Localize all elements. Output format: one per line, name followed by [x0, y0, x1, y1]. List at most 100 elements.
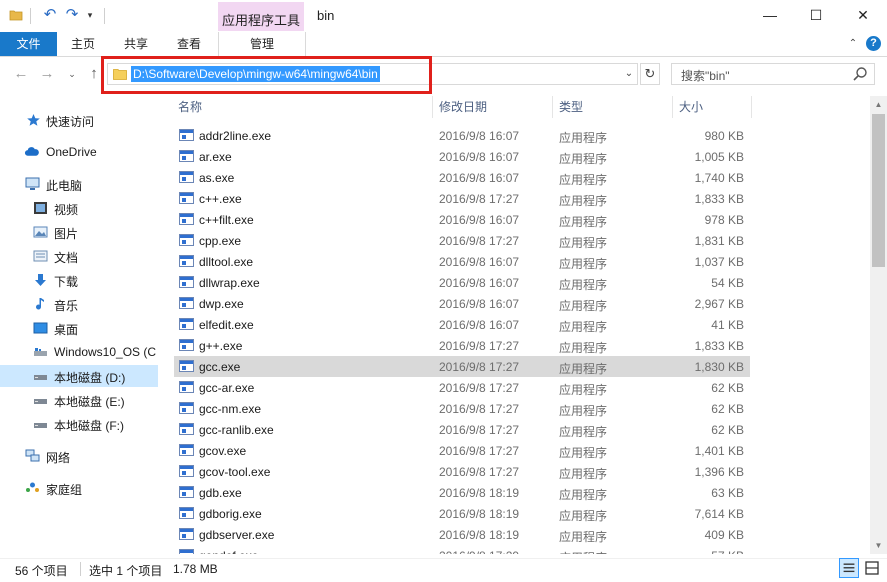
sidebar-item-label: 网络: [46, 451, 71, 465]
help-icon[interactable]: ?: [866, 36, 881, 51]
column-header-date[interactable]: 修改日期: [439, 96, 487, 118]
large-icons-view-icon[interactable]: [862, 558, 882, 578]
undo-icon[interactable]: ↶: [42, 6, 58, 24]
tab-home[interactable]: 主页: [58, 32, 108, 56]
file-name: c++.exe: [199, 192, 242, 206]
file-row[interactable]: elfedit.exe 2016/9/8 16:07 应用程序 41 KB: [174, 314, 750, 335]
file-date: 2016/9/8 17:27: [439, 465, 520, 479]
file-type: 应用程序: [559, 509, 608, 523]
file-date: 2016/9/8 17:27: [439, 381, 520, 395]
sidebar-item-quick-access[interactable]: 快速访问: [0, 109, 158, 131]
scrollbar-thumb[interactable]: [872, 114, 885, 267]
file-row[interactable]: gcc.exe 2016/9/8 17:27 应用程序 1,830 KB: [174, 356, 750, 377]
homegroup-icon: [26, 482, 39, 492]
application-file-icon: [179, 381, 194, 393]
file-name: gcc-ar.exe: [199, 381, 255, 395]
context-tab-group-header: 应用程序工具: [218, 2, 304, 31]
application-file-icon: [179, 402, 194, 414]
sidebar-item-documents[interactable]: 文档: [0, 245, 158, 267]
drive-icon: [34, 423, 47, 428]
file-type: 应用程序: [559, 194, 608, 208]
file-date: 2016/9/8 16:07: [439, 297, 520, 311]
file-row[interactable]: dlltool.exe 2016/9/8 16:07 应用程序 1,037 KB: [174, 251, 750, 272]
file-row[interactable]: gendef.exe 2016/9/8 17:29 应用程序 57 KB: [174, 545, 750, 554]
tab-file[interactable]: 文件: [0, 32, 57, 56]
sidebar-item-label: 本地磁盘 (E:): [54, 395, 125, 409]
file-size: 409 KB: [704, 528, 744, 542]
details-view-icon[interactable]: [839, 558, 859, 578]
file-name: gcc.exe: [199, 360, 241, 374]
column-header-name[interactable]: 名称: [178, 96, 202, 118]
sidebar-item-drive-f[interactable]: 本地磁盘 (F:): [0, 413, 158, 435]
file-row[interactable]: cpp.exe 2016/9/8 17:27 应用程序 1,831 KB: [174, 230, 750, 251]
status-selected-count: 选中 1 个项目: [89, 564, 163, 578]
sidebar-item-pictures[interactable]: 图片: [0, 221, 158, 243]
forward-arrow-icon[interactable]: →: [38, 65, 56, 83]
refresh-button[interactable]: ↻: [640, 63, 660, 85]
file-row[interactable]: gdb.exe 2016/9/8 18:19 应用程序 63 KB: [174, 482, 750, 503]
sidebar-item-homegroup[interactable]: 家庭组: [0, 477, 158, 499]
application-file-icon: [179, 528, 194, 540]
sidebar-item-network[interactable]: 网络: [0, 445, 158, 467]
chevron-up-icon[interactable]: ⌃: [846, 37, 860, 51]
file-type: 应用程序: [559, 131, 608, 145]
file-row[interactable]: ar.exe 2016/9/8 16:07 应用程序 1,005 KB: [174, 146, 750, 167]
tab-manage[interactable]: 管理: [218, 32, 306, 57]
minimize-button[interactable]: —: [747, 0, 793, 32]
sidebar-item-drive-e[interactable]: 本地磁盘 (E:): [0, 389, 158, 411]
application-file-icon: [179, 423, 194, 435]
file-row[interactable]: gdborig.exe 2016/9/8 18:19 应用程序 7,614 KB: [174, 503, 750, 524]
file-type: 应用程序: [559, 257, 608, 271]
file-name: gdbserver.exe: [199, 528, 275, 542]
file-row[interactable]: c++.exe 2016/9/8 17:27 应用程序 1,833 KB: [174, 188, 750, 209]
file-row[interactable]: addr2line.exe 2016/9/8 16:07 应用程序 980 KB: [174, 125, 750, 146]
file-row[interactable]: dllwrap.exe 2016/9/8 16:07 应用程序 54 KB: [174, 272, 750, 293]
tab-share[interactable]: 共享: [110, 32, 162, 56]
sidebar-item-drive-d[interactable]: 本地磁盘 (D:): [0, 365, 158, 387]
tab-view[interactable]: 查看: [163, 32, 215, 56]
file-name: dlltool.exe: [199, 255, 254, 269]
file-type: 应用程序: [559, 299, 608, 313]
redo-icon[interactable]: ↷: [64, 6, 80, 24]
file-row[interactable]: gcov.exe 2016/9/8 17:27 应用程序 1,401 KB: [174, 440, 750, 461]
sidebar-item-drive-c[interactable]: Windows10_OS (C: [0, 341, 158, 363]
sidebar-item-desktop[interactable]: 桌面: [0, 317, 158, 339]
search-input[interactable]: 搜索"bin": [681, 67, 730, 84]
search-icon[interactable]: [852, 66, 868, 82]
sidebar-item-label: 快速访问: [46, 115, 95, 129]
address-dropdown-icon[interactable]: ⌄: [622, 66, 636, 82]
column-divider[interactable]: [432, 96, 433, 118]
quick-access-dropdown-icon[interactable]: ▾: [84, 8, 96, 22]
file-row[interactable]: gcov-tool.exe 2016/9/8 17:27 应用程序 1,396 KB: [174, 461, 750, 482]
status-separator: [80, 562, 81, 576]
file-size: 980 KB: [704, 129, 744, 143]
sidebar-item-music[interactable]: 音乐: [0, 293, 158, 315]
sidebar-item-videos[interactable]: 视频: [0, 197, 158, 219]
file-row[interactable]: g++.exe 2016/9/8 17:27 应用程序 1,833 KB: [174, 335, 750, 356]
scroll-down-arrow-icon[interactable]: ▼: [870, 537, 887, 554]
maximize-button[interactable]: ☐: [793, 0, 839, 32]
file-size: 1,396 KB: [694, 465, 744, 479]
file-type: 应用程序: [559, 320, 608, 334]
scroll-up-arrow-icon[interactable]: ▲: [870, 96, 887, 113]
sidebar-item-this-pc[interactable]: 此电脑: [0, 173, 158, 195]
back-arrow-icon[interactable]: ←: [12, 65, 30, 83]
file-row[interactable]: gcc-nm.exe 2016/9/8 17:27 应用程序 62 KB: [174, 398, 750, 419]
column-divider[interactable]: [552, 96, 553, 118]
folder-icon[interactable]: [9, 8, 23, 22]
file-row[interactable]: as.exe 2016/9/8 16:07 应用程序 1,740 KB: [174, 167, 750, 188]
close-button[interactable]: ✕: [840, 0, 886, 32]
sidebar-item-downloads[interactable]: 下载: [0, 269, 158, 291]
column-header-type[interactable]: 类型: [559, 96, 583, 118]
recent-locations-chevron-icon[interactable]: ⌄: [66, 66, 78, 82]
column-divider[interactable]: [751, 96, 752, 118]
file-row[interactable]: gdbserver.exe 2016/9/8 18:19 应用程序 409 KB: [174, 524, 750, 545]
file-row[interactable]: dwp.exe 2016/9/8 16:07 应用程序 2,967 KB: [174, 293, 750, 314]
sidebar-item-onedrive[interactable]: OneDrive: [0, 141, 158, 163]
file-row[interactable]: c++filt.exe 2016/9/8 16:07 应用程序 978 KB: [174, 209, 750, 230]
file-row[interactable]: gcc-ar.exe 2016/9/8 17:27 应用程序 62 KB: [174, 377, 750, 398]
file-row[interactable]: gcc-ranlib.exe 2016/9/8 17:27 应用程序 62 KB: [174, 419, 750, 440]
column-divider[interactable]: [672, 96, 673, 118]
status-selected-size: 1.78 MB: [173, 562, 218, 576]
column-header-size[interactable]: 大小: [679, 96, 703, 118]
